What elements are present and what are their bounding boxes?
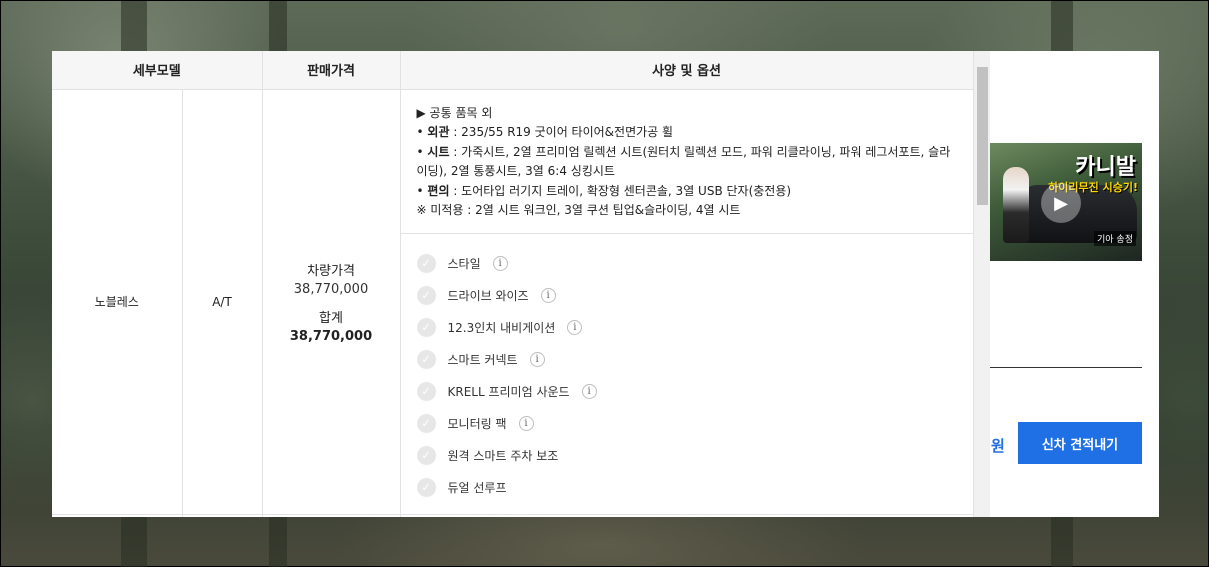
list-item[interactable]: ✓ 드라이브 와이즈 i — [416, 280, 957, 312]
option-label: KRELL 프리미엄 사운드 — [447, 385, 570, 399]
option-label: 드라이브 와이즈 — [447, 289, 529, 303]
option-label: 스마트 커넥트 — [447, 353, 518, 367]
table-row — [52, 513, 973, 517]
vertical-scrollbar[interactable] — [973, 51, 990, 517]
option-label: 듀얼 선루프 — [447, 481, 507, 495]
check-icon[interactable]: ✓ — [416, 414, 436, 433]
vehicle-price-label: 차량가격 — [307, 263, 355, 279]
list-item[interactable]: ✓ KRELL 프리미엄 사운드 i — [416, 376, 957, 408]
list-item[interactable]: ✓ 듀얼 선루프 — [416, 472, 957, 504]
check-icon[interactable]: ✓ — [416, 478, 436, 497]
common-title: ▶ 공통 품목 외 — [416, 105, 493, 120]
price-unit-text: 원 — [991, 438, 1005, 455]
new-car-quote-button[interactable]: 신차 견적내기 — [1018, 422, 1142, 464]
transmission-cell: A/T — [181, 88, 263, 515]
table-row: 노블레스 A/T 차량가격 38,770,000 합계 38,770,000 ▶… — [52, 88, 973, 515]
check-icon[interactable]: ✓ — [416, 254, 436, 273]
common-items: ▶ 공통 품목 외 • 외관 : 235/55 R19 굿이어 타이어&전면가공… — [400, 90, 973, 234]
option-label: 모니터링 팩 — [447, 417, 507, 431]
check-icon[interactable]: ✓ — [416, 286, 436, 305]
list-item[interactable]: ✓ 스마트 커넥트 i — [416, 344, 957, 376]
option-list: ✓ 스타일 i ✓ 드라이브 와이즈 i ✓ 12.3인치 내비게이션 i ✓ … — [401, 234, 973, 514]
common-line-exterior: • 외관 : 235/55 R19 굿이어 타이어&전면가공 휠 — [416, 125, 674, 139]
option-label: 원격 스마트 주차 보조 — [447, 449, 559, 463]
common-note: ※ 미적용 : 2열 시트 워크인, 3열 쿠션 팁업&슬라이딩, 4열 시트 — [416, 203, 741, 217]
table-header-row: 세부모델 판매가격 사양 및 옵션 — [52, 51, 973, 90]
modal-scroll-area[interactable]: 세부모델 판매가격 사양 및 옵션 노블레스 A/T 차량가격 38,770,0… — [52, 51, 973, 517]
option-label: 12.3인치 내비게이션 — [447, 321, 556, 335]
check-icon[interactable]: ✓ — [416, 446, 436, 465]
total-value: 38,770,000 — [289, 328, 373, 344]
info-icon[interactable]: i — [518, 416, 534, 431]
info-icon[interactable]: i — [492, 256, 508, 271]
price-cell: 차량가격 38,770,000 합계 38,770,000 — [261, 88, 401, 515]
info-icon[interactable]: i — [529, 352, 545, 367]
info-icon[interactable]: i — [581, 384, 597, 399]
list-item[interactable]: ✓ 스타일 i — [416, 248, 957, 280]
list-item[interactable]: ✓ 모니터링 팩 i — [416, 408, 957, 440]
check-icon[interactable]: ✓ — [416, 318, 436, 337]
scrollbar-thumb[interactable] — [977, 67, 988, 205]
divider — [989, 367, 1142, 368]
list-item[interactable]: ✓ 원격 스마트 주차 보조 — [416, 440, 957, 472]
total-label: 합계 — [319, 310, 343, 326]
check-icon[interactable]: ✓ — [416, 350, 436, 369]
header-sale-price: 판매가격 — [261, 51, 401, 90]
thumb-tag: 기아 송정 — [1094, 231, 1136, 246]
header-spec-options: 사양 및 옵션 — [399, 51, 973, 90]
play-icon[interactable]: ▶ — [1041, 183, 1081, 223]
list-item[interactable]: ✓ 12.3인치 내비게이션 i — [416, 312, 957, 344]
option-label: 스타일 — [447, 257, 481, 271]
header-sub-model: 세부모델 — [52, 51, 263, 90]
check-icon[interactable]: ✓ — [416, 382, 436, 401]
info-icon[interactable]: i — [540, 288, 556, 303]
model-cell: 노블레스 — [52, 88, 183, 515]
vehicle-price-value: 38,770,000 — [293, 281, 369, 297]
spec-cell: ▶ 공통 품목 외 • 외관 : 235/55 R19 굿이어 타이어&전면가공… — [399, 88, 973, 515]
presenter-image — [1003, 167, 1029, 243]
common-line-convenience: • 편의 : 도어타입 러기지 트레이, 확장형 센터콘솔, 3열 USB 단자… — [416, 183, 792, 198]
trim-spec-table: 세부모델 판매가격 사양 및 옵션 노블레스 A/T 차량가격 38,770,0… — [52, 51, 973, 517]
thumb-title: 카니발 — [1075, 155, 1136, 180]
video-thumbnail[interactable]: 카니발 하이리무진 시승기! 기아 송정 ▶ — [989, 143, 1142, 261]
common-line-seat: • 시트 : 가죽시트, 2열 프리미엄 릴렉션 시트(원터치 릴렉션 모드, … — [416, 144, 951, 179]
info-icon[interactable]: i — [567, 320, 583, 335]
spec-options-modal: 세부모델 판매가격 사양 및 옵션 노블레스 A/T 차량가격 38,770,0… — [52, 51, 990, 517]
